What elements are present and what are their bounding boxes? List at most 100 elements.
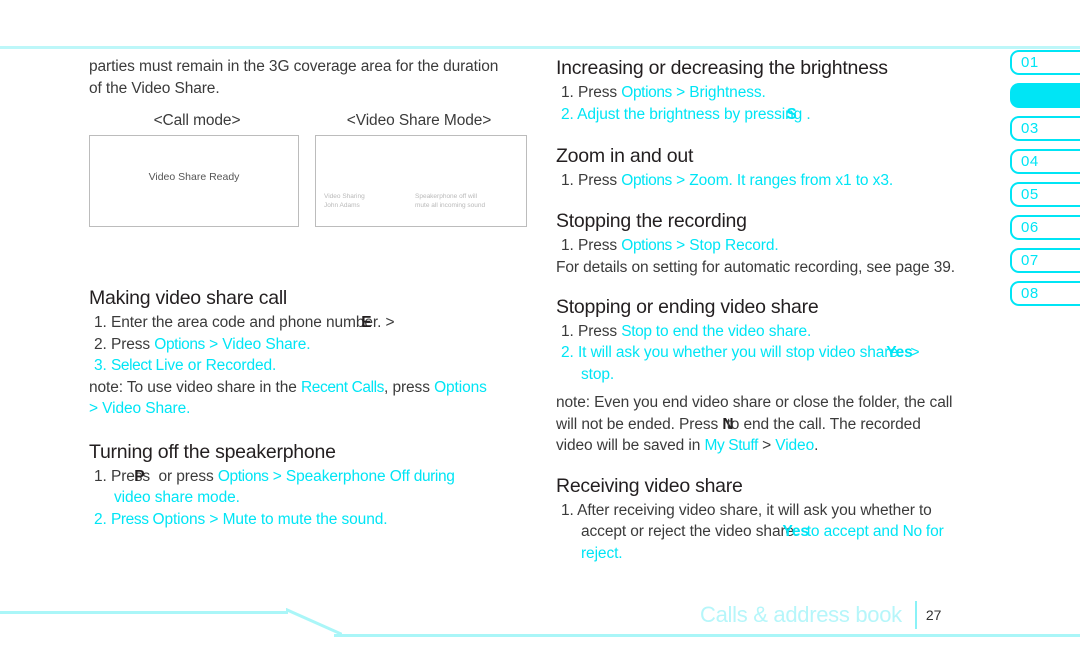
section-turning-off-speakerphone: Turning off the speakerphone xyxy=(89,440,336,463)
footer-separator xyxy=(914,601,917,629)
chapter-tab-label: 07 xyxy=(1021,252,1039,269)
chapter-tab-03[interactable]: 03 xyxy=(1010,116,1080,141)
top-divider-rule xyxy=(0,46,1080,49)
step-speakerphone-2-sep: > xyxy=(205,510,223,528)
step-speakerphone-2: 2. Press Options > Mute to mute the soun… xyxy=(89,509,559,531)
caption-video-share-mode: <Video Share Mode> xyxy=(346,112,492,129)
screenshot-sharing-label: Video Sharing xyxy=(324,193,365,200)
step-brightness-2-number: 2. xyxy=(561,105,574,123)
note-end-call-line-1: note: Even you end video share or close … xyxy=(556,394,953,411)
note-end-call-sep: > xyxy=(757,437,776,454)
step-receive-1-accept: to accept and xyxy=(802,523,903,540)
step-speakerphone-1-sep: > xyxy=(268,467,286,485)
section-receiving-video-share: Receiving video share xyxy=(556,474,743,497)
step-speakerphone-1-mid: or press xyxy=(154,467,218,485)
step-stop-record-1-number: 1. xyxy=(561,236,574,254)
step-stop-record-1-prefix: Press xyxy=(577,236,622,254)
intro-paragraph: parties must remain in the 3G coverage a… xyxy=(89,56,559,99)
step-speakerphone-1-prefix: Press xyxy=(110,467,155,485)
caption-call-mode: <Call mode> xyxy=(153,112,241,129)
note-recent-calls-comma: , press xyxy=(384,378,435,396)
step-speakerphone-1: 1. Press P or press Options > Speakerpho… xyxy=(94,467,455,507)
note-automatic-recording: For details on setting for automatic rec… xyxy=(556,259,955,276)
section-zoom: Zoom in and out xyxy=(556,145,694,167)
section-making-video-share-call: Making video share call xyxy=(89,287,288,309)
step-making-1-suffix: > xyxy=(381,314,395,331)
step-stop-share-2-text: It will ask you whether you will stop vi… xyxy=(577,344,907,361)
step-speakerphone-1-cont: video share mode. xyxy=(114,489,240,506)
section-brightness: Increasing or decreasing the brightness xyxy=(556,57,888,79)
step-stop-record-1-options: Options xyxy=(621,236,672,254)
screenshot-video-share-status: Video Sharing John Adams Speakerphone of… xyxy=(324,193,520,210)
note-end-call-line-2-suffix: to end the call. The recorded xyxy=(722,415,921,433)
step-speakerphone-2-suffix: to mute the sound. xyxy=(256,510,388,528)
step-receive-1-no: No xyxy=(902,523,922,540)
step-speakerphone-2-options: Options xyxy=(152,510,206,528)
step-brightness-2-text: Adjust the brightness by pressing xyxy=(577,105,807,123)
step-speakerphone-2-prefix: Press xyxy=(110,510,153,528)
chapter-tab-01[interactable]: 01 xyxy=(1010,50,1080,75)
step-stop-share-1-suffix: to end the video share. xyxy=(651,322,812,340)
step-stop-share-2-sep: > xyxy=(906,344,920,361)
note-end-call-line-3-prefix: video will be saved in xyxy=(556,437,705,454)
step-making-2-period: . xyxy=(306,335,311,353)
step-receive-1: 1. After receiving video share, it will … xyxy=(561,501,944,562)
step-making-3-or: or xyxy=(183,357,206,374)
note-end-call: note: Even you end video share or close … xyxy=(556,394,953,454)
note-sep: > xyxy=(89,400,103,417)
chapter-tab-06[interactable]: 06 xyxy=(1010,215,1080,240)
step-making-3: 3. Select Live or Recorded. xyxy=(89,355,559,377)
step-brightness-1-target: Brightness xyxy=(689,84,762,101)
step-stop-share-1-stop: Stop xyxy=(621,322,652,340)
step-stop-record-1-period: . xyxy=(774,236,779,254)
step-making-2-prefix: Press xyxy=(110,335,155,353)
step-zoom-1-options: Options xyxy=(621,172,672,189)
step-brightness-1-period: . xyxy=(761,84,766,101)
step-making-3-prefix: Select xyxy=(110,357,156,374)
screenshot-video-share-mode: Video Sharing John Adams Speakerphone of… xyxy=(315,135,527,227)
step-making-2-options: Options xyxy=(154,335,205,353)
chapter-tab-05[interactable]: 05 xyxy=(1010,182,1080,207)
step-zoom-1-range: . It ranges from x1 to x3. xyxy=(728,172,894,189)
step-making-1-text: Enter the area code and phone number. xyxy=(110,314,382,331)
step-stop-share-2-number: 2. xyxy=(561,344,574,361)
note-video-link: Video xyxy=(775,437,815,454)
chapter-tab-07[interactable]: 07 xyxy=(1010,248,1080,273)
chapter-tab-02[interactable]: 02 xyxy=(1010,83,1080,108)
page-footer: Calls & address book 27 xyxy=(700,598,1080,632)
screen-illustrations: <Call mode> <Video Share Mode> Video Sha… xyxy=(89,112,529,227)
step-making-2-sep: > xyxy=(204,335,223,353)
step-speakerphone-1-off: Speakerphone Off xyxy=(285,467,410,485)
step-stop-share-1-prefix: Press xyxy=(577,322,622,340)
screenshot-caller-info: Video Sharing John Adams xyxy=(324,193,404,210)
note-end-call-line-2-prefix: will not be ended. Press xyxy=(556,415,723,433)
step-stop-record-1-target: Stop Record xyxy=(689,236,775,254)
manual-page: parties must remain in the 3G coverage a… xyxy=(0,0,1080,670)
note-end-call-period: . xyxy=(814,437,819,454)
step-speakerphone-1-number: 1. xyxy=(94,467,107,485)
step-stop-share-1-number: 1. xyxy=(561,322,574,340)
note-recent-calls-prefix: note: To use video share in the xyxy=(89,378,301,396)
chapter-tab-label: 03 xyxy=(1021,120,1039,137)
screenshot-call-mode: Video Share Ready xyxy=(89,135,299,227)
step-making-1: 1. Enter the area code and phone number.… xyxy=(94,314,395,331)
step-speakerphone-2-number: 2. xyxy=(94,510,107,528)
step-stop-share-2-cont: stop. xyxy=(581,365,615,383)
chapter-tab-04[interactable]: 04 xyxy=(1010,149,1080,174)
illustration-captions: <Call mode> <Video Share Mode> xyxy=(89,112,529,130)
step-making-1-number: 1. xyxy=(94,314,107,331)
chapter-tab-strip[interactable]: 01 02 03 04 05 06 07 08 xyxy=(1010,50,1080,314)
chapter-tab-08[interactable]: 08 xyxy=(1010,281,1080,306)
step-speakerphone-1-options: Options xyxy=(217,467,269,485)
screenshot-caller-name: John Adams xyxy=(324,201,360,209)
footer-chapter-title: Calls & address book xyxy=(700,602,902,627)
step-zoom-1-target: Zoom xyxy=(689,172,729,189)
step-brightness-1-sep: > xyxy=(671,84,690,101)
section-stopping-recording: Stopping the recording xyxy=(556,209,747,232)
screenshot-speaker-hint-line-2: mute all incoming sound xyxy=(415,201,486,209)
note-period: . xyxy=(186,400,191,417)
step-zoom-1-sep: > xyxy=(671,172,690,189)
step-stop-record-1-sep: > xyxy=(671,236,690,254)
chapter-tab-label: 02 xyxy=(1021,87,1039,104)
step-stop-record-1: 1. Press Options > Stop Record. xyxy=(556,235,1018,257)
